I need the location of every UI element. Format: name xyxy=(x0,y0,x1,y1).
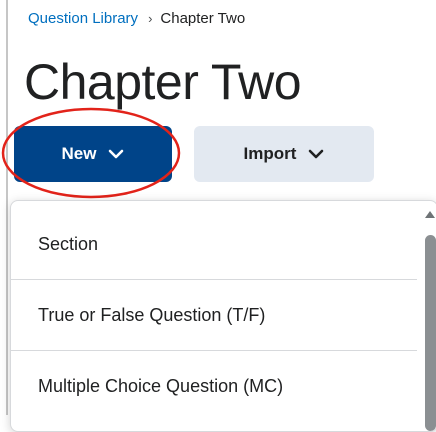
scrollbar-thumb[interactable] xyxy=(425,235,436,431)
menu-item-section[interactable]: Section xyxy=(11,209,417,279)
new-dropdown-menu: Section True or False Question (T/F) Mul… xyxy=(10,200,436,432)
menu-item-true-false-question[interactable]: True or False Question (T/F) xyxy=(11,280,417,350)
new-button[interactable]: New xyxy=(14,126,172,182)
scroll-up-arrow-icon[interactable] xyxy=(425,211,435,218)
chevron-down-icon xyxy=(308,149,324,159)
left-border xyxy=(6,0,8,415)
chevron-down-icon xyxy=(108,149,124,159)
chevron-right-icon: › xyxy=(148,11,153,26)
menu-item-multiple-choice-question[interactable]: Multiple Choice Question (MC) xyxy=(11,351,417,421)
breadcrumb-link-question-library[interactable]: Question Library xyxy=(28,10,138,27)
breadcrumb: Question Library › Chapter Two xyxy=(28,10,245,27)
new-button-label: New xyxy=(61,144,97,163)
import-button-label: Import xyxy=(243,144,297,163)
breadcrumb-current: Chapter Two xyxy=(160,10,246,27)
import-button[interactable]: Import xyxy=(194,126,374,182)
page-title: Chapter Two xyxy=(24,54,302,110)
